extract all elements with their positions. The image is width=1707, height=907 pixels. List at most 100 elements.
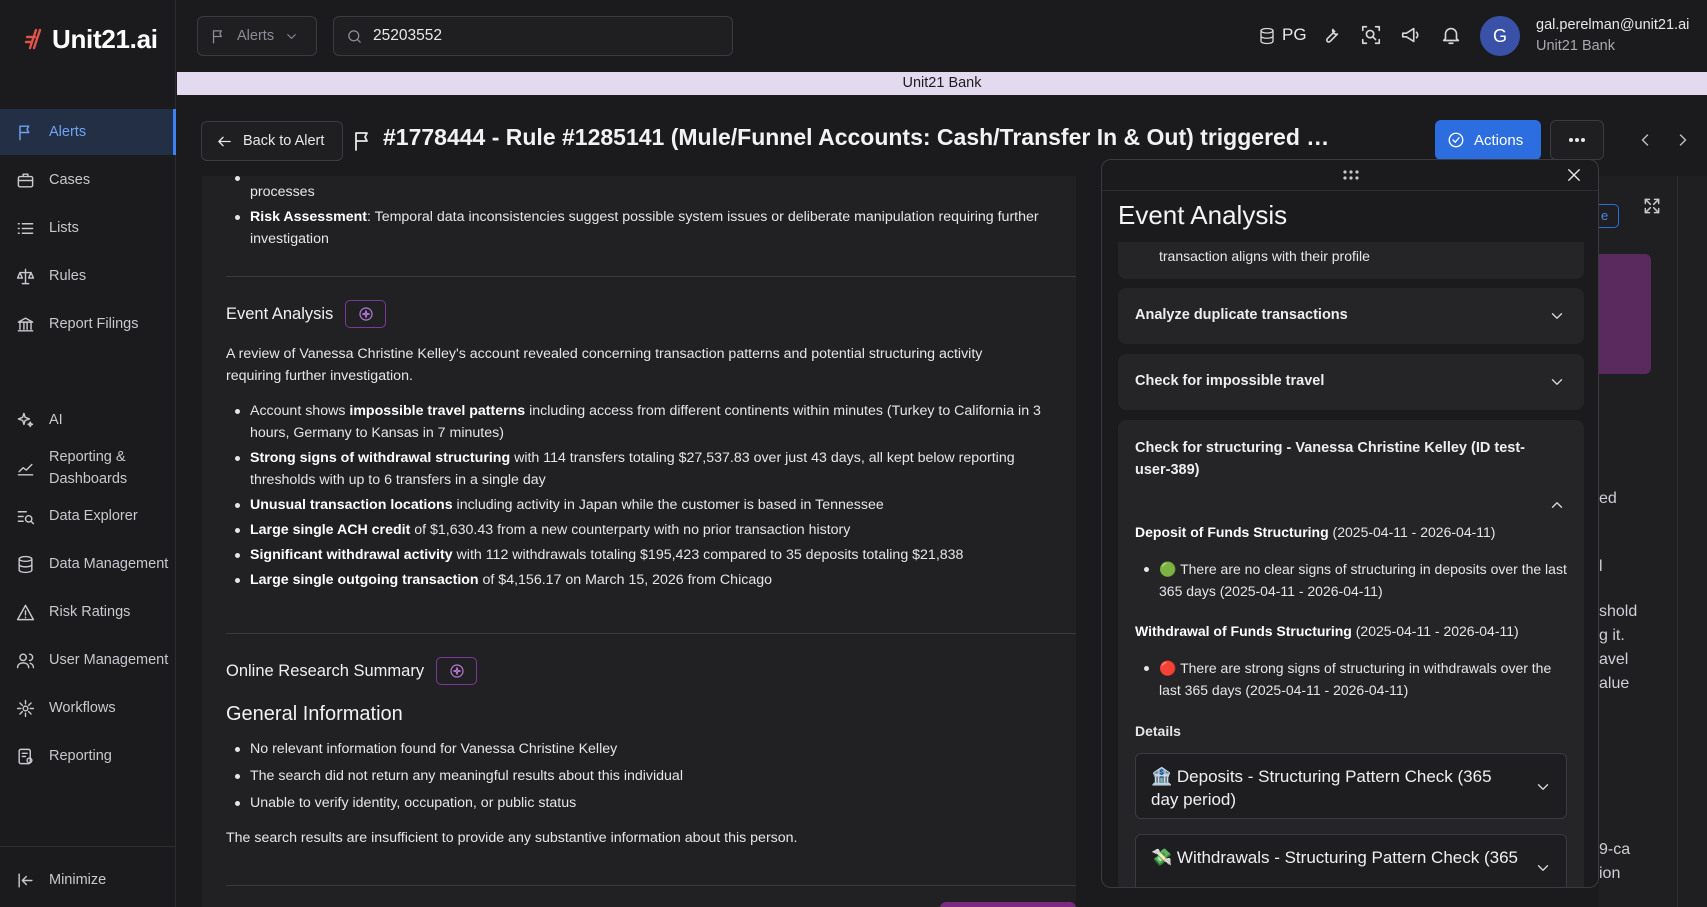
list-item: The search did not return any meaningful… xyxy=(226,765,1052,787)
green-circle-icon: 🟢 xyxy=(1159,561,1177,577)
divider xyxy=(1677,176,1678,907)
list-item: Significant withdrawal activity with 112… xyxy=(226,544,1052,566)
list-item: Account shows impossible travel patterns… xyxy=(226,400,1052,444)
accordion-label[interactable]: Check for structuring - Vanessa Christin… xyxy=(1135,437,1545,481)
partial-button[interactable] xyxy=(940,902,1076,907)
deposits-pattern-check-label: 🏦 Deposits - Structuring Pattern Check (… xyxy=(1151,767,1492,809)
collapse-icon xyxy=(18,872,33,888)
ai-sparkle-button[interactable] xyxy=(436,657,478,685)
sparkle-icon xyxy=(17,412,34,427)
sidebar-item-ai[interactable]: AI xyxy=(0,408,176,432)
fragment-text: avel xyxy=(1599,651,1629,668)
check-circle-icon xyxy=(1448,132,1464,148)
back-label: Back to Alert xyxy=(243,133,325,149)
ai-icon xyxy=(449,664,464,678)
fragment-text: g it. xyxy=(1599,627,1625,644)
sidebar-item-label: Cases xyxy=(49,172,91,188)
actions-button[interactable]: Actions xyxy=(1435,120,1541,160)
arrow-left-icon xyxy=(218,136,231,146)
accordion-duplicate-transactions[interactable]: Analyze duplicate transactions xyxy=(1118,288,1584,344)
logo-slashes-icon xyxy=(24,28,42,50)
sidebar-item-lists[interactable]: Lists xyxy=(0,216,176,240)
sidebar-item-data-explorer[interactable]: Data Explorer xyxy=(0,504,176,528)
ellipsis-icon xyxy=(1569,138,1585,142)
alerts-dropdown[interactable]: Alerts xyxy=(197,16,317,56)
event-analysis-panel: Event Analysis transaction aligns with t… xyxy=(1101,159,1599,888)
db-label[interactable]: PG xyxy=(1282,25,1307,45)
sidebar-divider xyxy=(0,846,176,847)
sidebar-item-label: Lists xyxy=(49,220,79,236)
bank-icon xyxy=(17,316,34,332)
withdrawal-structuring-heading: Withdrawal of Funds Structuring (2025-04… xyxy=(1135,623,1519,639)
user-org: Unit21 Bank xyxy=(1536,38,1615,54)
wrench-icon[interactable] xyxy=(1320,24,1342,46)
search-input[interactable]: 25203552 xyxy=(333,16,733,56)
panel-title: Event Analysis xyxy=(1118,200,1288,230)
sidebar-item-label: Alerts xyxy=(49,124,87,140)
expand-icon[interactable] xyxy=(1642,196,1662,216)
logo-text: Unit21.ai xyxy=(52,23,158,54)
sidebar-item-reporting-dashboards[interactable]: Reporting & Dashboards xyxy=(0,446,176,490)
search-icon xyxy=(348,29,361,43)
sidebar-item-cases[interactable]: Cases xyxy=(0,168,176,192)
report-icon xyxy=(18,748,33,764)
megaphone-icon[interactable] xyxy=(1400,24,1422,46)
chevron-down-icon xyxy=(287,33,296,39)
list-item: Large single outgoing transaction of $4,… xyxy=(226,569,1052,591)
panel-body: transaction aligns with their profile An… xyxy=(1118,242,1584,887)
avatar[interactable]: G xyxy=(1480,16,1520,56)
withdrawals-pattern-check-label: 💸 Withdrawals - Structuring Pattern Chec… xyxy=(1151,848,1518,867)
minimize-button[interactable]: Minimize xyxy=(0,868,176,892)
sidebar-item-label: Data Explorer xyxy=(49,508,138,524)
sidebar-item-alerts[interactable]: Alerts xyxy=(0,109,176,155)
sidebar-item-data-management[interactable]: Data Management xyxy=(0,552,176,576)
fragment-text: l xyxy=(1599,558,1603,575)
sidebar-item-label: Reporting & Dashboards xyxy=(49,449,128,487)
drag-handle-icon[interactable] xyxy=(1342,169,1360,181)
scan-search-icon[interactable] xyxy=(1360,24,1382,46)
sidebar-item-label: Risk Ratings xyxy=(49,604,131,620)
divider xyxy=(1102,190,1598,191)
search-value: 25203552 xyxy=(373,27,442,44)
details-label: Details xyxy=(1135,723,1181,739)
withdrawals-pattern-check-accordion[interactable]: 💸 Withdrawals - Structuring Pattern Chec… xyxy=(1135,834,1567,887)
money-wings-emoji-icon: 💸 xyxy=(1151,848,1173,867)
chevron-down-icon xyxy=(1551,379,1563,385)
sidebar-item-user-management[interactable]: User Management xyxy=(0,648,176,672)
ai-sparkle-button[interactable] xyxy=(345,300,387,328)
flag-icon xyxy=(355,132,368,151)
accordion-previous: transaction aligns with their profile xyxy=(1118,242,1584,279)
sidebar-item-rules[interactable]: Rules xyxy=(0,264,176,288)
chevron-down-icon xyxy=(1551,313,1563,319)
sidebar: Unit21.ai Alerts Cases Lists Rules Repor… xyxy=(0,0,176,907)
deposits-pattern-check-accordion[interactable]: 🏦 Deposits - Structuring Pattern Check (… xyxy=(1135,753,1567,819)
close-icon[interactable] xyxy=(1565,166,1583,184)
online-research-section-header: Online Research Summary xyxy=(226,657,1052,685)
bank-emoji-icon: 🏦 xyxy=(1151,767,1173,786)
database-icon[interactable] xyxy=(1258,27,1276,45)
chevron-up-icon[interactable] xyxy=(1548,496,1566,514)
sidebar-item-reporting[interactable]: Reporting xyxy=(0,744,176,768)
partial-text: transaction aligns with their profile xyxy=(1159,248,1370,264)
chevron-left-icon[interactable] xyxy=(1635,130,1655,150)
logo[interactable]: Unit21.ai xyxy=(24,22,158,56)
bell-icon[interactable] xyxy=(1440,24,1462,46)
main-content: . processes Risk Assessment: Temporal da… xyxy=(202,176,1076,907)
sidebar-item-risk-ratings[interactable]: Risk Ratings xyxy=(0,600,176,624)
user-menu[interactable]: gal.perelman@unit21.ai Unit21 Bank xyxy=(1536,15,1689,57)
fragment-text: alue xyxy=(1599,675,1630,692)
list-item: Strong signs of withdrawal structuring w… xyxy=(226,447,1052,491)
sidebar-item-report-filings[interactable]: Report Filings xyxy=(0,312,176,336)
back-to-alert-button[interactable]: Back to Alert xyxy=(201,121,343,161)
accordion-label: Analyze duplicate transactions xyxy=(1135,307,1348,323)
sidebar-item-workflows[interactable]: Workflows xyxy=(0,696,176,720)
chevron-right-icon[interactable] xyxy=(1673,130,1693,150)
list-item: Unable to verify identity, occupation, o… xyxy=(226,792,1052,814)
partial-blue-button[interactable]: e xyxy=(1599,204,1619,228)
deposit-structuring-heading: Deposit of Funds Structuring (2025-04-11… xyxy=(1135,524,1496,540)
chevron-down-icon xyxy=(1537,865,1549,871)
more-options-button[interactable] xyxy=(1550,120,1604,160)
flag-icon xyxy=(212,29,222,44)
scale-icon xyxy=(16,268,35,284)
accordion-impossible-travel[interactable]: Check for impossible travel xyxy=(1118,354,1584,410)
